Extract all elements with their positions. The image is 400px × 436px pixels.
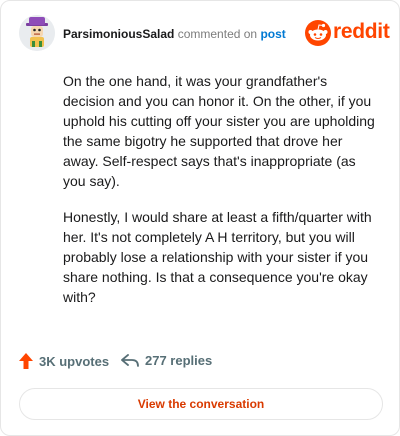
comment-header: ParsimoniousSalad commented on post redd…	[19, 15, 390, 55]
replies-count: 277 replies	[145, 353, 213, 368]
username-link[interactable]: ParsimoniousSalad	[63, 27, 174, 41]
avatar-icon	[19, 15, 55, 51]
reply-arrow-icon	[121, 353, 139, 367]
reddit-wordmark: reddit	[333, 20, 390, 43]
avatar[interactable]	[19, 15, 55, 51]
comment-paragraph: On the one hand, it was your grandfather…	[63, 73, 375, 189]
replies-stat[interactable]: 277 replies	[121, 353, 212, 368]
comment-footer: 3K upvotes 277 replies	[19, 353, 385, 375]
post-link[interactable]: post	[260, 27, 285, 41]
embedded-comment-card: ParsimoniousSalad commented on post redd…	[0, 0, 400, 436]
comment-paragraph: Honestly, I would share at least a fifth…	[63, 209, 372, 305]
upvotes-count: 3K upvotes	[39, 353, 110, 369]
reddit-logo-icon	[305, 20, 331, 46]
byline-verb: commented on	[177, 27, 258, 41]
upvotes-stat[interactable]: 3K upvotes	[19, 353, 109, 369]
byline: ParsimoniousSalad commented on post	[63, 27, 286, 41]
reddit-brand[interactable]: reddit	[305, 19, 390, 47]
upvote-arrow-icon	[19, 353, 33, 369]
view-conversation-button[interactable]: View the conversation	[19, 388, 383, 420]
comment-body: On the one hand, it was your grandfather…	[63, 71, 381, 323]
